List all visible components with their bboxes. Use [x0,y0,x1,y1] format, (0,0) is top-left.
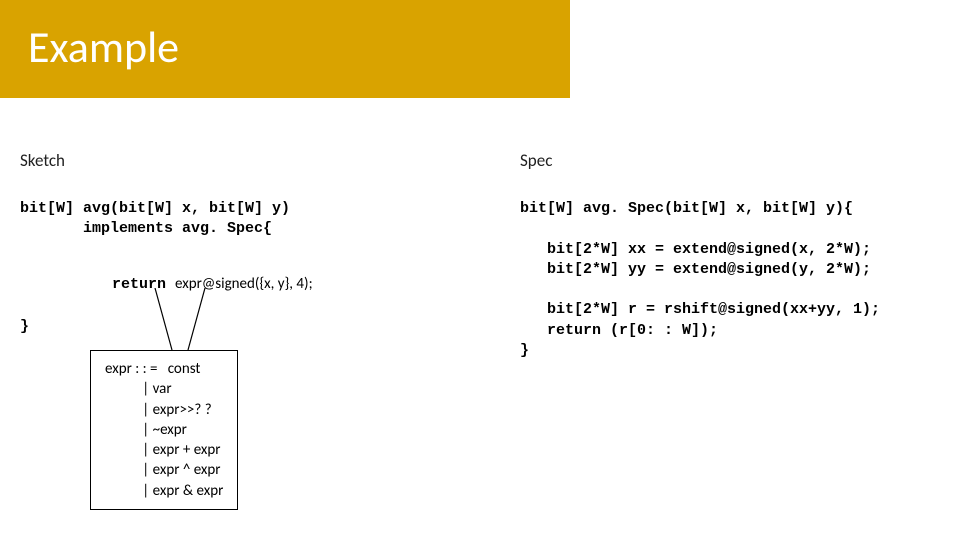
sketch-column: Sketch bit[W] avg(bit[W] x, bit[W] y) im… [20,150,480,338]
spec-label: Spec [520,150,950,171]
spec-column: Spec bit[W] avg. Spec(bit[W] x, bit[W] y… [520,150,950,361]
title-bar: Example [0,0,570,98]
slide-title: Example [28,20,179,74]
return-keyword: return [112,276,166,293]
sketch-return-line: return expr@signed({x, y}, 4); [58,254,480,316]
sketch-label: Sketch [20,150,480,171]
sketch-close-brace: } [20,317,480,337]
sketch-signature: bit[W] avg(bit[W] x, bit[W] y) implement… [20,199,480,240]
spec-code-block: bit[W] avg. Spec(bit[W] x, bit[W] y){ bi… [520,199,950,361]
return-expression: expr@signed({x, y}, 4); [175,275,313,293]
grammar-box: expr : : = const | var | expr>>? ? | ~ex… [90,350,238,510]
